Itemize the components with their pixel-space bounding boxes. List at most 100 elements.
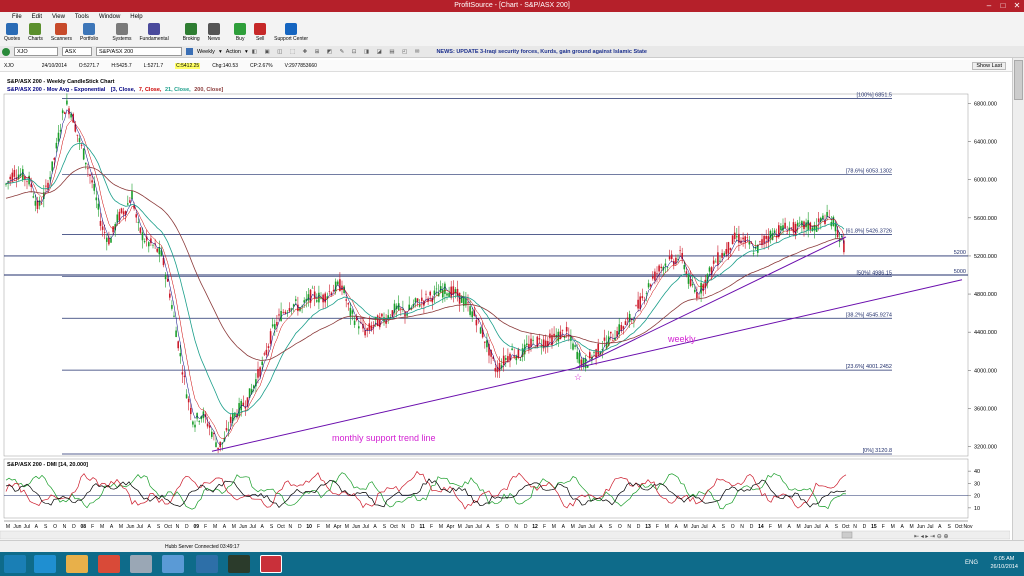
x-tick-label: D [185, 524, 189, 530]
candle-body [717, 252, 719, 266]
quotes-button[interactable]: Quotes [4, 22, 20, 46]
x-tick-label: Oct [955, 524, 963, 530]
menu-item-help[interactable]: Help [130, 14, 142, 20]
vertical-scrollbar[interactable] [1012, 58, 1024, 540]
x-tick-label: Oct [164, 524, 172, 530]
candle-body [826, 212, 828, 217]
candle-body [349, 307, 352, 317]
scanners-button[interactable]: Scanners [51, 22, 72, 46]
candle-body [282, 312, 284, 313]
period-dropdown[interactable]: Weekly [197, 49, 215, 55]
charts-button[interactable]: Charts [28, 22, 43, 46]
candle-body [82, 148, 85, 160]
candle-body [807, 220, 809, 231]
language-indicator[interactable]: ENG [965, 560, 978, 566]
candle-body [475, 319, 478, 326]
menu-bar: File Edit View Tools Window Help [0, 12, 1024, 22]
candle-body [175, 330, 177, 338]
profitsource-icon[interactable] [260, 555, 282, 573]
toolbar-label: Fundamental [139, 36, 169, 42]
news-ticker[interactable]: NEWS: UPDATE 3-Iraqi security forces, Ku… [436, 49, 646, 55]
menu-item-window[interactable]: Window [99, 14, 120, 20]
x-tick-label: Apr [334, 524, 342, 530]
candle-body [97, 203, 100, 210]
chevron-down-icon[interactable]: ▾ [245, 49, 248, 55]
candle-body [742, 237, 744, 240]
candle-body [578, 352, 581, 364]
candle-body [22, 169, 24, 181]
minimize-button[interactable]: – [982, 0, 996, 12]
ie-icon[interactable] [34, 555, 56, 573]
fundamental-icon [148, 23, 161, 35]
chart-title: S&P/ASX 200 - Weekly CandleStick Chart [7, 79, 115, 85]
x-tick-label: M [232, 524, 236, 530]
x-tick-label: Jun [239, 524, 247, 530]
menu-item-edit[interactable]: Edit [32, 14, 42, 20]
x-tick-label: N [627, 524, 631, 530]
menu-item-view[interactable]: View [52, 14, 65, 20]
x-tick-label: Jul [814, 524, 820, 530]
x-tick-label: Jun [804, 524, 812, 530]
window-app-icon[interactable] [162, 555, 184, 573]
x-tick-label: M [6, 524, 10, 530]
action-dropdown[interactable]: Action [226, 49, 241, 55]
system-clock[interactable]: 6:05 AM 26/10/2014 [990, 555, 1018, 571]
candle-body [712, 260, 715, 264]
buy-button[interactable]: Buy [234, 22, 247, 46]
x-tick-label: D [411, 524, 415, 530]
chevron-down-icon[interactable]: ▾ [219, 49, 222, 55]
candle-body [544, 340, 547, 346]
close-button[interactable]: ✕ [1010, 0, 1024, 12]
candle-body [9, 176, 11, 180]
x-tick-label: F [769, 524, 772, 530]
calculator-icon[interactable] [130, 555, 152, 573]
paint-icon[interactable] [196, 555, 218, 573]
menu-item-tools[interactable]: Tools [75, 14, 89, 20]
x-tick-label: D [637, 524, 641, 530]
support-center-button[interactable]: Support Center [274, 22, 308, 46]
candle-body [53, 157, 56, 160]
x-tick-label: F [91, 524, 94, 530]
quote-volume: V:2977853660 [284, 62, 317, 69]
fib-level-label: [78.6%] 6053.1302 [846, 169, 892, 175]
candle-body [679, 250, 681, 252]
candle-body [652, 276, 654, 279]
candle-body [660, 266, 662, 269]
candle-body [311, 287, 314, 289]
symbol-input[interactable]: XJO [14, 47, 58, 56]
start-icon[interactable] [4, 555, 26, 573]
news-button[interactable]: News [208, 22, 220, 46]
candle-body [400, 307, 402, 309]
tool-icons[interactable]: ◧ ▣ ◫ ⬚ ✚ ⊞ ◩ ✎ ⊡ ◨ ◪ ▤ ◰ ✉ [252, 49, 423, 55]
x-tick-label: N [514, 524, 518, 530]
trading-app-icon[interactable] [228, 555, 250, 573]
candle-body [406, 314, 408, 316]
show-last-button[interactable]: Show Last [972, 62, 1006, 70]
maximize-button[interactable]: □ [996, 0, 1010, 12]
explorer-icon[interactable] [66, 555, 88, 573]
quote-line: XJO 24/10/2014 O:5271.7 H:5425.7 L:5271.… [0, 60, 1012, 72]
fundamental-button[interactable]: Fundamental [140, 22, 169, 46]
candle-body [110, 238, 112, 243]
chrome-icon[interactable] [98, 555, 120, 573]
sell-button[interactable]: Sell [254, 22, 267, 46]
candle-body [351, 310, 354, 314]
candle-body [328, 291, 331, 292]
candle-body [603, 337, 606, 341]
symbol-logo-icon [2, 47, 10, 56]
candle-body [127, 203, 129, 205]
chart-canvas[interactable]: S&P/ASX 200 - Weekly CandleStick Chart S… [0, 74, 1010, 540]
portfolio-button[interactable]: Portfolio [80, 22, 98, 46]
security-name-field[interactable]: S&P/ASX 200 [96, 47, 182, 56]
broking-button[interactable]: Broking [183, 22, 200, 46]
candle-body [116, 214, 119, 223]
exchange-select[interactable]: ASX [62, 47, 92, 56]
x-tick-label: Jun [126, 524, 134, 530]
candle-body [721, 253, 723, 258]
candle-body [565, 327, 568, 332]
systems-button[interactable]: Systems [112, 22, 132, 46]
menu-item-file[interactable]: File [12, 14, 22, 20]
x-tick-label: 12 [532, 524, 538, 530]
y-tick-label: 3200.000 [974, 444, 997, 450]
y-tick-label: 5200.000 [974, 254, 997, 260]
